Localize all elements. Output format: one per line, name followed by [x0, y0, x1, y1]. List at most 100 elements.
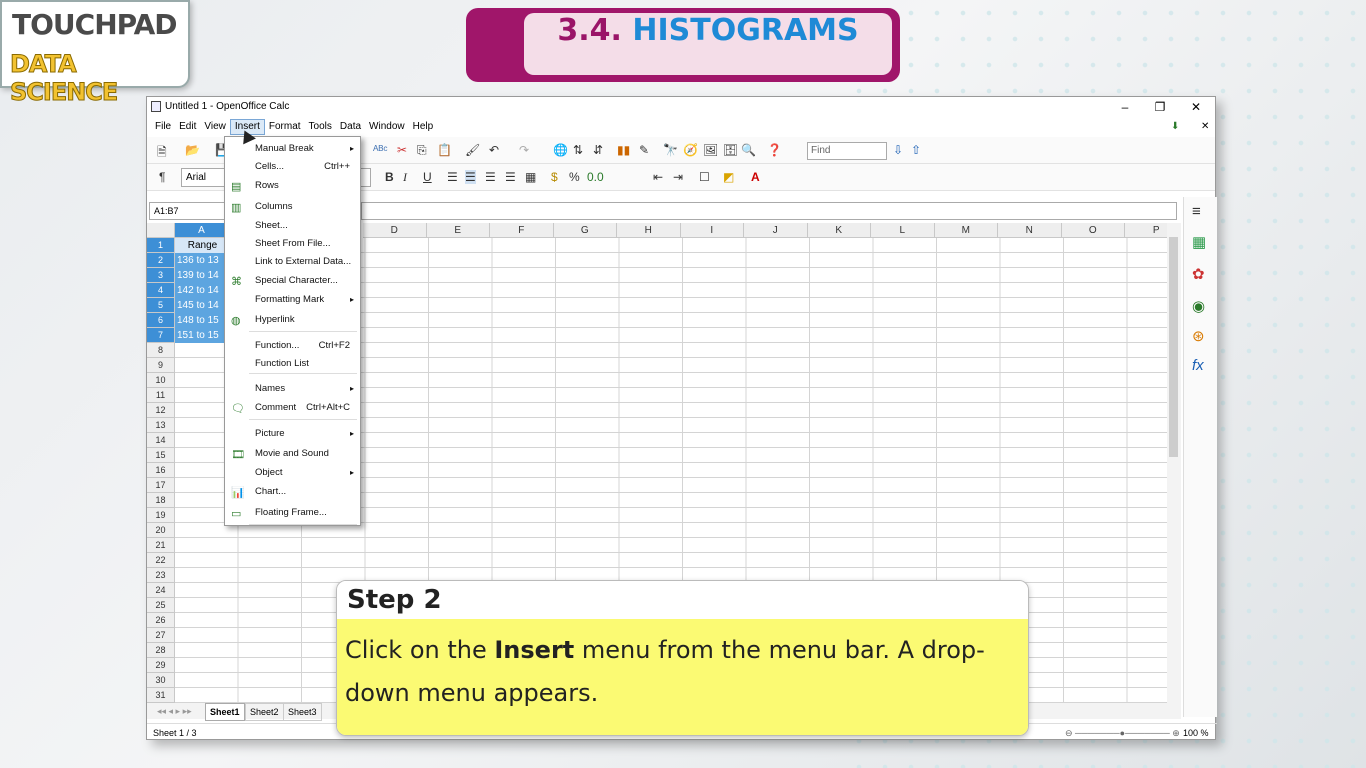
tab-sheet3[interactable]: Sheet3: [283, 703, 322, 721]
column-header-A[interactable]: A: [175, 223, 229, 238]
row-header[interactable]: 23: [147, 568, 175, 583]
styles-formatting-icon[interactable]: ✿: [1192, 265, 1205, 283]
column-header-P[interactable]: P: [1125, 223, 1169, 238]
column-header-M[interactable]: M: [934, 223, 998, 238]
decrease-indent-icon[interactable]: ⇤: [653, 170, 663, 184]
row-header[interactable]: 31: [147, 688, 175, 703]
merge-cells-icon[interactable]: ▦: [525, 170, 536, 184]
row-header[interactable]: 16: [147, 463, 175, 478]
vertical-scrollbar[interactable]: [1167, 223, 1181, 703]
scroll-thumb[interactable]: [1169, 237, 1178, 457]
spellcheck-icon[interactable]: ᴬᴮᶜ: [373, 143, 388, 157]
row-header[interactable]: 9: [147, 358, 175, 373]
cell[interactable]: Range: [175, 238, 228, 253]
menu-item-chart[interactable]: 📊 Chart...: [225, 484, 360, 500]
row-header[interactable]: 18: [147, 493, 175, 508]
styles-icon[interactable]: ¶: [159, 170, 165, 184]
borders-icon[interactable]: ☐: [699, 170, 710, 184]
navigator-sidebar-icon[interactable]: ⊛: [1192, 327, 1205, 345]
help-icon[interactable]: ❓: [767, 143, 782, 157]
column-header-E[interactable]: E: [426, 223, 490, 238]
menu-item-picture[interactable]: Picture ▸: [225, 426, 360, 442]
row-header[interactable]: 19: [147, 508, 175, 523]
row-header[interactable]: 2: [147, 253, 175, 268]
row-header[interactable]: 4: [147, 283, 175, 298]
new-icon[interactable]: 🗎: [157, 143, 167, 164]
row-header[interactable]: 22: [147, 553, 175, 568]
column-header-G[interactable]: G: [553, 223, 617, 238]
row-header[interactable]: 17: [147, 478, 175, 493]
datasource-icon[interactable]: 🗄: [723, 143, 738, 157]
row-header[interactable]: 3: [147, 268, 175, 283]
cell[interactable]: 136 to 13: [175, 253, 228, 268]
menu-view[interactable]: View: [200, 117, 230, 137]
align-center-icon[interactable]: ☰: [465, 170, 476, 184]
redo-icon[interactable]: ↷: [519, 143, 529, 157]
update-icon[interactable]: ⬇: [1171, 117, 1179, 137]
zoom-slider[interactable]: ⊖ ───────●─────── ⊕: [1065, 724, 1180, 742]
properties-icon[interactable]: ▦: [1192, 233, 1206, 251]
menu-item-comment[interactable]: 🗨 Comment Ctrl+Alt+C: [225, 400, 360, 416]
open-icon[interactable]: 📂: [185, 143, 200, 157]
tab-sheet1[interactable]: Sheet1: [205, 703, 245, 721]
column-header-K[interactable]: K: [807, 223, 871, 238]
select-all-corner[interactable]: [147, 223, 175, 238]
italic-button[interactable]: I: [403, 170, 407, 185]
row-header[interactable]: 29: [147, 658, 175, 673]
menu-file[interactable]: File: [151, 117, 175, 137]
row-header[interactable]: 11: [147, 388, 175, 403]
find-replace-icon[interactable]: 🔭: [663, 143, 678, 157]
column-header-L[interactable]: L: [871, 223, 935, 238]
menu-item-cells[interactable]: Cells... Ctrl++: [225, 159, 360, 175]
cut-icon[interactable]: ✂: [397, 143, 407, 157]
menu-format[interactable]: Format: [265, 117, 305, 137]
undo-icon[interactable]: ↶: [489, 143, 499, 157]
row-header[interactable]: 8: [147, 343, 175, 358]
find-next-icon[interactable]: ⇩: [893, 143, 903, 157]
menu-item-columns[interactable]: ▥ Columns: [225, 199, 360, 215]
column-header-J[interactable]: J: [744, 223, 808, 238]
menu-item-hyperlink[interactable]: ◍ Hyperlink: [225, 312, 360, 328]
row-header[interactable]: 13: [147, 418, 175, 433]
row-header[interactable]: 28: [147, 643, 175, 658]
percent-icon[interactable]: %: [569, 170, 580, 184]
minimize-button[interactable]: –: [1110, 97, 1140, 117]
column-header-F[interactable]: F: [490, 223, 554, 238]
row-header[interactable]: 14: [147, 433, 175, 448]
close-document-icon[interactable]: ✕: [1201, 117, 1209, 137]
cell[interactable]: 148 to 15: [175, 313, 228, 328]
formula-input[interactable]: [361, 202, 1177, 220]
bold-button[interactable]: B: [385, 170, 394, 184]
tab-sheet2[interactable]: Sheet2: [245, 703, 284, 721]
menu-edit[interactable]: Edit: [175, 117, 200, 137]
menu-item-sheet-from-file[interactable]: Sheet From File...: [225, 236, 360, 252]
sort-ascending-icon[interactable]: ⇅: [573, 143, 583, 157]
gallery-sidebar-icon[interactable]: ◉: [1192, 297, 1205, 315]
number-format-icon[interactable]: 0.0: [587, 170, 604, 184]
close-button[interactable]: ✕: [1181, 97, 1211, 117]
tab-navigation-icon[interactable]: ◂◂ ◂ ▸ ▸▸: [153, 703, 196, 719]
hyperlink-toolbar-icon[interactable]: 🌐: [553, 143, 568, 157]
row-header[interactable]: 25: [147, 598, 175, 613]
find-input[interactable]: Find: [807, 142, 887, 160]
menu-window[interactable]: Window: [365, 117, 409, 137]
row-header[interactable]: 27: [147, 628, 175, 643]
cell[interactable]: 139 to 14: [175, 268, 228, 283]
menu-item-special-character[interactable]: ⌘ Special Character...: [225, 273, 360, 289]
maximize-button[interactable]: ❐: [1145, 97, 1175, 117]
functions-icon[interactable]: fx: [1192, 357, 1204, 374]
row-header[interactable]: 6: [147, 313, 175, 328]
chart-toolbar-icon[interactable]: ▮▮: [617, 143, 630, 157]
paste-icon[interactable]: 📋: [437, 143, 452, 157]
increase-indent-icon[interactable]: ⇥: [673, 170, 683, 184]
menu-item-movie-and-sound[interactable]: 🎞 Movie and Sound: [225, 446, 360, 462]
menu-item-floating-frame[interactable]: ▭ Floating Frame...: [225, 505, 360, 521]
row-header[interactable]: 5: [147, 298, 175, 313]
column-header-D[interactable]: D: [363, 223, 427, 238]
menu-item-names[interactable]: Names ▸: [225, 381, 360, 397]
background-color-icon[interactable]: ◩: [723, 170, 734, 184]
row-header[interactable]: 26: [147, 613, 175, 628]
menu-help[interactable]: Help: [409, 117, 438, 137]
find-previous-icon[interactable]: ⇧: [911, 143, 921, 157]
menu-item-function-list[interactable]: Function List: [225, 356, 360, 372]
